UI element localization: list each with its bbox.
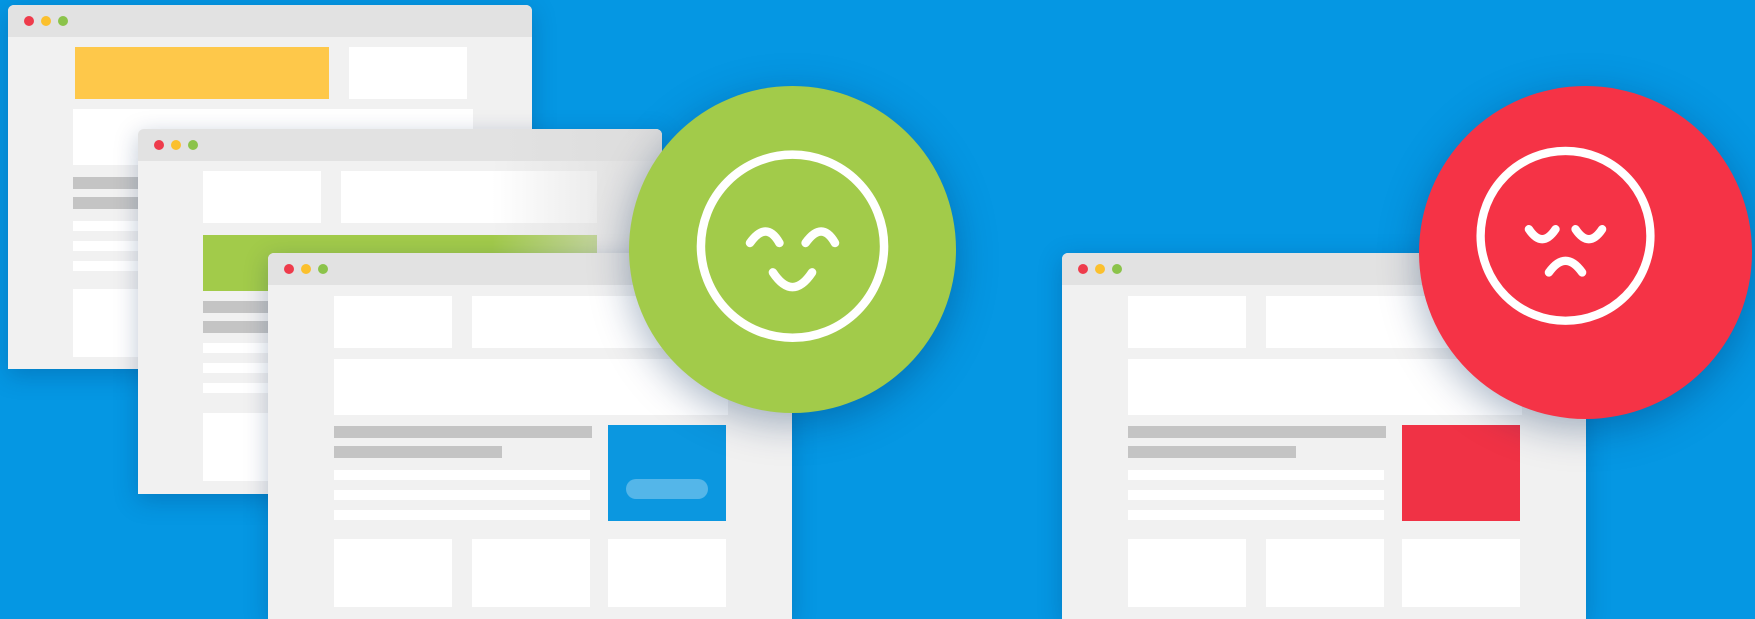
content-block [73,289,143,357]
text-line [1128,470,1384,480]
content-block [203,413,273,481]
minimize-dot-icon [171,140,181,150]
content-block [1128,539,1246,607]
text-placeholder [1128,426,1386,438]
close-dot-icon [24,16,34,26]
close-dot-icon [1078,264,1088,274]
text-placeholder [334,426,592,438]
text-line [334,470,590,480]
minimize-dot-icon [301,264,311,274]
content-block [334,539,452,607]
maximize-dot-icon [58,16,68,26]
text-line [203,363,273,373]
text-line [203,343,273,353]
text-line [73,221,143,231]
content-block [472,539,590,607]
text-line [334,510,590,520]
content-block [1266,539,1384,607]
cta-button-placeholder [626,479,708,499]
content-block [1402,539,1520,607]
text-placeholder [1128,446,1296,458]
text-placeholder [73,197,143,209]
close-dot-icon [284,264,294,274]
text-line [73,261,143,271]
text-placeholder [73,177,143,189]
content-block [334,296,452,348]
close-dot-icon [154,140,164,150]
text-line [334,490,590,500]
maximize-dot-icon [1112,264,1122,274]
content-block [1128,296,1246,348]
text-line [1128,490,1384,500]
text-placeholder [203,301,273,313]
minimize-dot-icon [1095,264,1105,274]
text-placeholder [334,446,502,458]
yellow-banner-block [75,47,329,99]
sad-face-icon [1419,86,1752,419]
maximize-dot-icon [188,140,198,150]
text-placeholder [203,321,273,333]
content-block [203,171,321,223]
content-block [349,47,467,99]
text-line [73,241,143,251]
window-titlebar [8,5,532,37]
maximize-dot-icon [318,264,328,274]
content-block [608,539,726,607]
text-line [1128,510,1384,520]
minimize-dot-icon [41,16,51,26]
red-cta-block [1402,425,1520,521]
blue-cta-block [608,425,726,521]
happy-face-icon [629,86,956,413]
text-line [203,383,273,393]
